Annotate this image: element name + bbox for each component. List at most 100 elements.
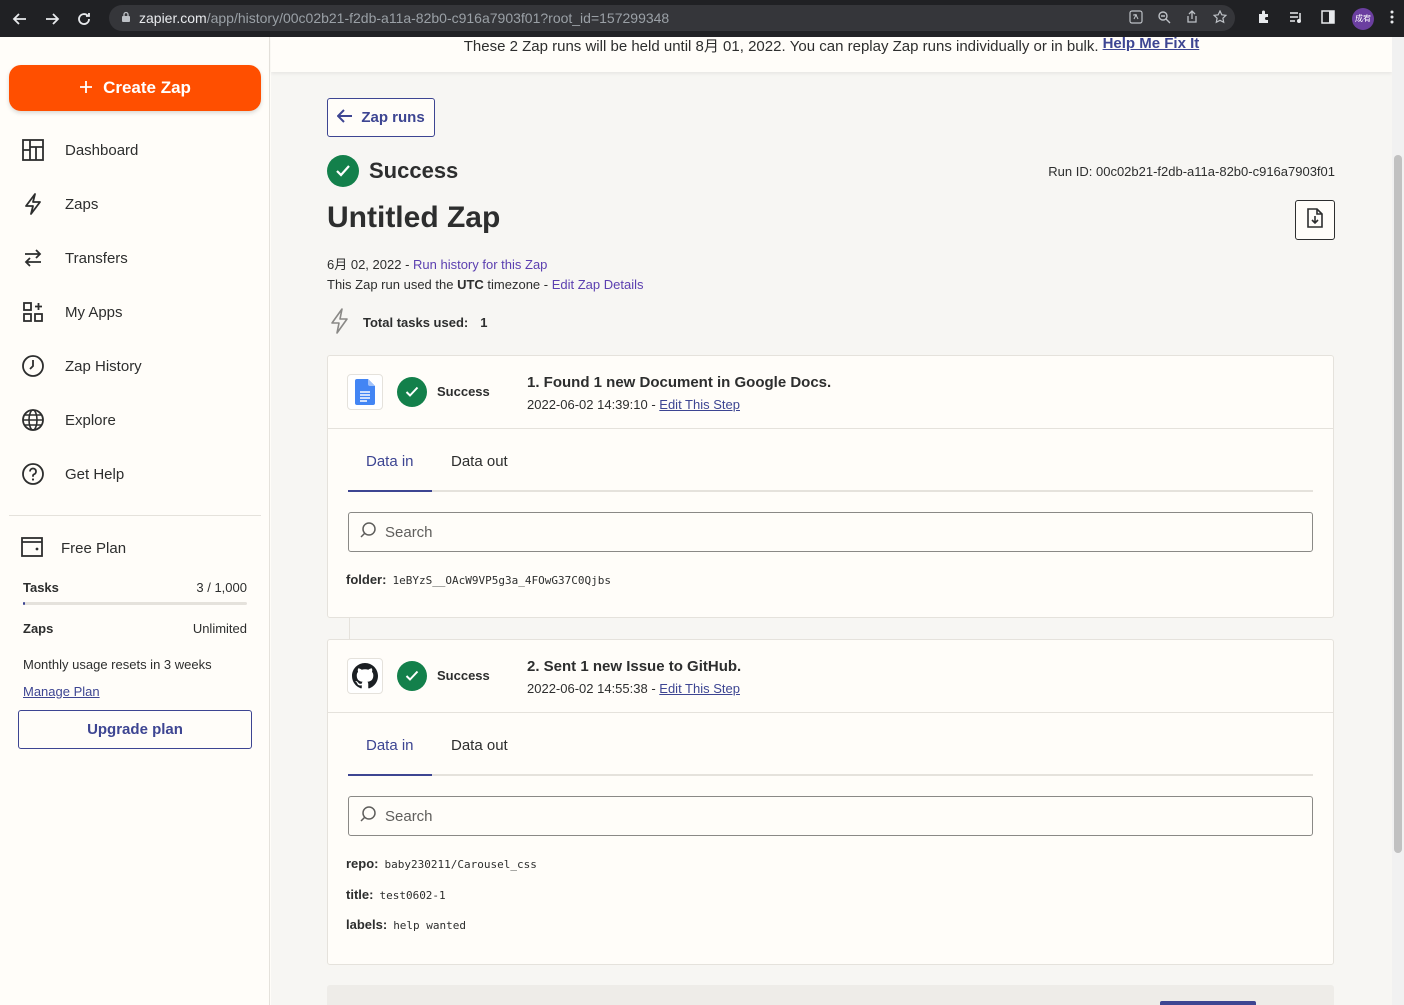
- field-key: labels:: [346, 917, 388, 932]
- export-file-button[interactable]: [1295, 200, 1335, 240]
- plan-title: Free Plan: [20, 534, 126, 562]
- edit-this-step-link[interactable]: Edit This Step: [659, 397, 740, 412]
- zaps-usage-row: Zaps Unlimited: [23, 621, 247, 636]
- bookmark-star-icon[interactable]: [1212, 9, 1228, 27]
- sidebar-item-transfers[interactable]: Transfers: [20, 243, 128, 273]
- scrollbar[interactable]: [1392, 37, 1404, 1005]
- media-control-icon[interactable]: [1288, 9, 1304, 28]
- lock-icon: [121, 11, 131, 26]
- zap-runs-back-button[interactable]: Zap runs: [327, 98, 435, 137]
- field-key: repo:: [346, 856, 379, 871]
- arrow-left-icon: [336, 108, 353, 127]
- help-me-fix-it-link[interactable]: Help Me Fix It: [1103, 35, 1200, 52]
- tab-data-in[interactable]: Data in: [366, 453, 414, 470]
- data-field: title: test0602-1: [346, 887, 446, 902]
- tasks-progress-fill: [23, 602, 26, 605]
- run-status-label: Success: [369, 158, 459, 183]
- upgrade-plan-button[interactable]: Upgrade plan: [18, 710, 252, 749]
- step-status: Success: [437, 384, 490, 399]
- step-time: 2022-06-02 14:39:10 - Edit This Step: [527, 397, 740, 412]
- sidebar: Create Zap Dashboard Zaps Transfers My A…: [0, 37, 270, 1005]
- zaps-label: Zaps: [23, 621, 54, 636]
- search-icon: [359, 521, 377, 543]
- tab-data-out[interactable]: Data out: [451, 453, 508, 470]
- share-icon[interactable]: [1185, 9, 1199, 27]
- zoom-icon[interactable]: [1157, 10, 1171, 27]
- plus-icon: [79, 77, 93, 100]
- tasks-used-value: 1: [480, 315, 488, 330]
- timezone-line: This Zap run used the UTC timezone - Edi…: [327, 277, 643, 292]
- step-time: 2022-06-02 14:55:38 - Edit This Step: [527, 681, 740, 696]
- dashboard-icon: [20, 137, 46, 163]
- step-title: 2. Sent 1 new Issue to GitHub.: [527, 658, 742, 675]
- active-tab-indicator: [348, 774, 432, 776]
- sidebar-item-label: Get Help: [65, 465, 125, 483]
- active-tab-indicator: [348, 490, 432, 492]
- sidebar-item-get-help[interactable]: Get Help: [20, 459, 124, 489]
- search-placeholder: Search: [385, 807, 433, 825]
- run-status: Success: [327, 155, 458, 187]
- more-menu-icon[interactable]: [1390, 9, 1394, 28]
- transfer-icon: [20, 245, 46, 271]
- run-date: 6月 02, 2022: [327, 257, 402, 272]
- tasks-progress-bar: [23, 602, 247, 605]
- step-title: 1. Found 1 new Document in Google Docs.: [527, 374, 832, 391]
- back-arrow-icon[interactable]: [4, 0, 36, 37]
- sidebar-item-label: Explore: [65, 411, 116, 429]
- apps-icon: [20, 299, 46, 325]
- run-history-link[interactable]: Run history for this Zap: [413, 257, 547, 272]
- plan-title-label: Free Plan: [61, 539, 127, 557]
- search-placeholder: Search: [385, 523, 433, 541]
- run-date-line: 6月 02, 2022 - Run history for this Zap: [327, 254, 547, 273]
- tab-data-in[interactable]: Data in: [366, 737, 414, 754]
- extensions-puzzle-icon[interactable]: [1256, 9, 1272, 28]
- bolt-outline-icon: [329, 308, 351, 337]
- banner-text: These 2 Zap runs will be held until 8月 0…: [463, 38, 1099, 55]
- scrollbar-thumb[interactable]: [1394, 155, 1402, 853]
- step-timestamp: 2022-06-02 14:39:10 -: [527, 397, 660, 412]
- field-value: 1eBYzS__OAcW9VP5g3a_4FOwG37C0Qjbs: [392, 574, 611, 587]
- sidebar-item-dashboard[interactable]: Dashboard: [20, 135, 138, 165]
- sidebar-item-explore[interactable]: Explore: [20, 405, 116, 435]
- sidebar-item-label: Zaps: [65, 195, 99, 213]
- page-title: Untitled Zap: [327, 201, 501, 234]
- translate-icon[interactable]: [1129, 9, 1143, 27]
- sidebar-item-my-apps[interactable]: My Apps: [20, 297, 123, 327]
- forward-arrow-icon[interactable]: [36, 0, 68, 37]
- search-input[interactable]: Search: [348, 512, 1313, 552]
- browser-toolbar: zapier.com/app/history/00c02b21-f2db-a11…: [0, 0, 1404, 37]
- field-key: folder:: [346, 572, 387, 587]
- tasks-value: 3 / 1,000: [196, 580, 247, 595]
- field-value: baby230211/Carousel_css: [384, 858, 537, 871]
- data-field: folder: 1eBYzS__OAcW9VP5g3a_4FOwG37C0Qjb…: [346, 572, 611, 587]
- sidebar-item-zaps[interactable]: Zaps: [20, 189, 98, 219]
- sidebar-item-zap-history[interactable]: Zap History: [20, 351, 142, 381]
- help-icon: [20, 461, 46, 487]
- address-bar[interactable]: zapier.com/app/history/00c02b21-f2db-a11…: [109, 5, 1235, 31]
- tz-suffix: timezone -: [483, 277, 552, 292]
- url-path: /app/history/00c02b21-f2db-a11a-82b0-c91…: [206, 10, 670, 26]
- total-tasks-used: Total tasks used: 1: [329, 308, 487, 337]
- edit-zap-details-link[interactable]: Edit Zap Details: [552, 277, 644, 292]
- create-zap-button[interactable]: Create Zap: [9, 65, 261, 111]
- bolt-icon: [20, 191, 46, 217]
- success-check-icon: [327, 155, 359, 187]
- usage-reset-text: Monthly usage resets in 3 weeks: [23, 657, 212, 672]
- hold-banner: These 2 Zap runs will be held until 8月 0…: [271, 35, 1392, 72]
- separator: -: [401, 257, 414, 272]
- reload-icon[interactable]: [68, 0, 100, 37]
- side-panel-icon[interactable]: [1320, 9, 1336, 28]
- create-zap-label: Create Zap: [103, 78, 191, 97]
- edit-this-step-link[interactable]: Edit This Step: [659, 681, 740, 696]
- sidebar-item-label: My Apps: [65, 303, 123, 321]
- next-section-button[interactable]: [1160, 1001, 1256, 1005]
- globe-icon: [20, 407, 46, 433]
- search-input[interactable]: Search: [348, 796, 1313, 836]
- google-docs-icon: [347, 374, 383, 410]
- tab-data-out[interactable]: Data out: [451, 737, 508, 754]
- step-header: Success 1. Found 1 new Document in Googl…: [328, 356, 1333, 429]
- tasks-usage-row: Tasks 3 / 1,000: [23, 580, 247, 595]
- step-status: Success: [437, 668, 490, 683]
- manage-plan-link[interactable]: Manage Plan: [23, 684, 100, 699]
- profile-avatar[interactable]: 成宥: [1352, 7, 1374, 30]
